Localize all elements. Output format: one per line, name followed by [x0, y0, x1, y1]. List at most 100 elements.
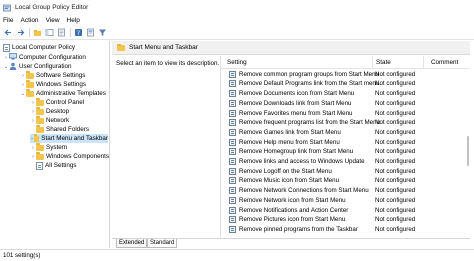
- column-header-comment[interactable]: Comment: [431, 58, 458, 67]
- table-row[interactable]: Remove Pictures icon from Start Menu Not …: [221, 216, 469, 225]
- menu-view[interactable]: View: [46, 17, 60, 24]
- column-header-state[interactable]: State: [376, 58, 391, 67]
- tree-item-all-settings[interactable]: All Settings: [30, 161, 77, 170]
- menu-file[interactable]: File: [3, 17, 13, 24]
- table-row[interactable]: Remove Default Programs link from the St…: [221, 80, 469, 89]
- setting-name: Remove links and access to Windows Updat…: [239, 158, 365, 166]
- tree-item-administrative-templates[interactable]: ⌄ Administrative Templates: [20, 89, 106, 98]
- folder-icon: [36, 152, 44, 160]
- back-arrow-icon[interactable]: [3, 27, 14, 38]
- filter-icon[interactable]: [97, 27, 108, 38]
- tab-extended[interactable]: Extended: [116, 239, 148, 248]
- help-icon[interactable]: ?: [73, 27, 84, 38]
- details-pane: Start Menu and Taskbar Select an item to…: [112, 41, 474, 248]
- setting-name: Remove pinned programs from the Taskbar: [239, 225, 358, 233]
- menu-bar: File Action View Help: [0, 15, 474, 26]
- setting-state: Not configured: [375, 119, 416, 127]
- menu-action[interactable]: Action: [20, 17, 38, 24]
- setting-name: Remove Downloads link from Start Menu: [239, 99, 352, 107]
- tree-item-desktop[interactable]: › Desktop: [30, 107, 69, 116]
- setting-name: Remove Homegroup link from Start Menu: [239, 148, 354, 156]
- table-row[interactable]: Remove Homegroup link from Start Menu Not…: [221, 148, 469, 157]
- policy-setting-icon: [229, 128, 236, 136]
- setting-state: Not configured: [375, 148, 416, 156]
- table-row[interactable]: Remove Logoff on the Start Menu Not confi…: [221, 167, 469, 176]
- setting-name: Remove common program groups from Start …: [239, 70, 379, 78]
- toolbar-separator: [29, 28, 30, 37]
- table-row[interactable]: Remove Documents icon from Start Menu Not…: [221, 89, 469, 98]
- status-bar: 101 setting(s): [0, 249, 474, 261]
- tree-item-start-menu-and-taskbar[interactable]: › Start Menu and Taskbar: [30, 134, 108, 143]
- tab-standard[interactable]: Standard: [147, 239, 178, 248]
- table-row[interactable]: Remove links and access to Windows Updat…: [221, 157, 469, 166]
- setting-name: Remove Logoff on the Start Menu: [239, 167, 332, 175]
- table-row[interactable]: Remove Games link from Start Menu Not con…: [221, 128, 469, 137]
- policy-setting-icon: [229, 225, 236, 233]
- policy-setting-icon: [229, 138, 236, 146]
- title-bar: Local Group Policy Editor: [0, 0, 474, 15]
- group-policy-app-icon: [3, 4, 11, 12]
- menu-help[interactable]: Help: [67, 17, 80, 24]
- setting-name: Remove Pictures icon from Start Menu: [239, 216, 346, 224]
- table-row[interactable]: Remove Notifications and Action Center No…: [221, 206, 469, 215]
- scrollbar-thumb[interactable]: [467, 136, 469, 166]
- setting-state: Not configured: [375, 90, 416, 98]
- policy-setting-icon: [229, 148, 236, 156]
- folder-icon: [117, 43, 125, 51]
- tree-item-user-configuration[interactable]: ⌄ User Configuration: [3, 62, 72, 71]
- folder-icon: [36, 116, 44, 124]
- folder-icon: [36, 143, 44, 151]
- policy-setting-icon: [229, 80, 236, 88]
- tree-item-software-settings[interactable]: › Software Settings: [20, 71, 85, 80]
- table-row[interactable]: Remove frequent programs list from the S…: [221, 119, 469, 128]
- table-row[interactable]: Remove Favorites menu from Start Menu Not…: [221, 109, 469, 118]
- table-row[interactable]: Remove Network Connections from Start Me…: [221, 186, 469, 195]
- setting-state: Not configured: [375, 128, 416, 136]
- up-folder-icon[interactable]: [32, 27, 43, 38]
- setting-state: Not configured: [375, 99, 416, 107]
- vertical-scrollbar[interactable]: [466, 56, 470, 239]
- details-header: Start Menu and Taskbar: [112, 41, 470, 55]
- setting-name: Remove Notifications and Action Center: [239, 206, 349, 214]
- tree-item-system[interactable]: › System: [30, 143, 67, 152]
- table-row[interactable]: Remove Music icon from Start Menu Not con…: [221, 177, 469, 186]
- tree-item-windows-components[interactable]: › Windows Components: [30, 152, 109, 161]
- setting-name: Remove Favorites menu from Start Menu: [239, 109, 353, 117]
- tree-item-shared-folders[interactable]: Shared Folders: [30, 125, 89, 134]
- description-text: Select an item to view its description.: [116, 60, 220, 67]
- table-row[interactable]: Remove Help menu from Start Menu Not conf…: [221, 138, 469, 147]
- table-row[interactable]: Remove common program groups from Start …: [221, 70, 469, 79]
- setting-state: Not configured: [375, 187, 416, 195]
- header-divider: [221, 68, 469, 69]
- toolbar-separator: [70, 28, 71, 37]
- folder-icon: [36, 125, 44, 133]
- export-list-icon[interactable]: [56, 27, 67, 38]
- policy-setting-icon: [229, 187, 236, 195]
- table-row[interactable]: Remove Network icon from Start Menu Not c…: [221, 196, 469, 205]
- tree-item-windows-settings[interactable]: › Windows Settings: [20, 80, 86, 89]
- show-hide-tree-icon[interactable]: [44, 27, 55, 38]
- setting-state: Not configured: [375, 206, 416, 214]
- table-row[interactable]: Remove pinned programs from the Taskbar N…: [221, 225, 469, 234]
- svg-text:?: ?: [77, 30, 80, 37]
- details-header-title: Start Menu and Taskbar: [129, 44, 198, 51]
- properties-icon[interactable]: [85, 27, 96, 38]
- console-tree: Local Computer Policy › Computer Configu…: [0, 41, 110, 248]
- tree-item-network[interactable]: › Network: [30, 116, 69, 125]
- table-row[interactable]: Remove Downloads link from Start Menu Not…: [221, 99, 469, 108]
- setting-name: Remove Network Connections from Start Me…: [239, 187, 369, 195]
- folder-icon: [33, 134, 40, 142]
- tree-item-local-computer-policy[interactable]: Local Computer Policy: [3, 43, 75, 52]
- column-header-setting[interactable]: Setting: [227, 58, 247, 67]
- tree-item-control-panel[interactable]: › Control Panel: [30, 98, 84, 107]
- setting-name: Remove frequent programs list from the S…: [239, 119, 380, 127]
- user-icon: [9, 62, 17, 72]
- setting-name: Remove Games link from Start Menu: [239, 128, 341, 136]
- setting-state: Not configured: [375, 196, 416, 204]
- setting-state: Not configured: [375, 216, 416, 224]
- setting-name: Remove Music icon from Start Menu: [239, 177, 340, 185]
- policy-setting-icon: [229, 177, 236, 185]
- folder-icon: [36, 98, 44, 106]
- forward-arrow-icon[interactable]: [15, 27, 26, 38]
- settings-list: Setting State Comment Remove common prog…: [220, 56, 470, 239]
